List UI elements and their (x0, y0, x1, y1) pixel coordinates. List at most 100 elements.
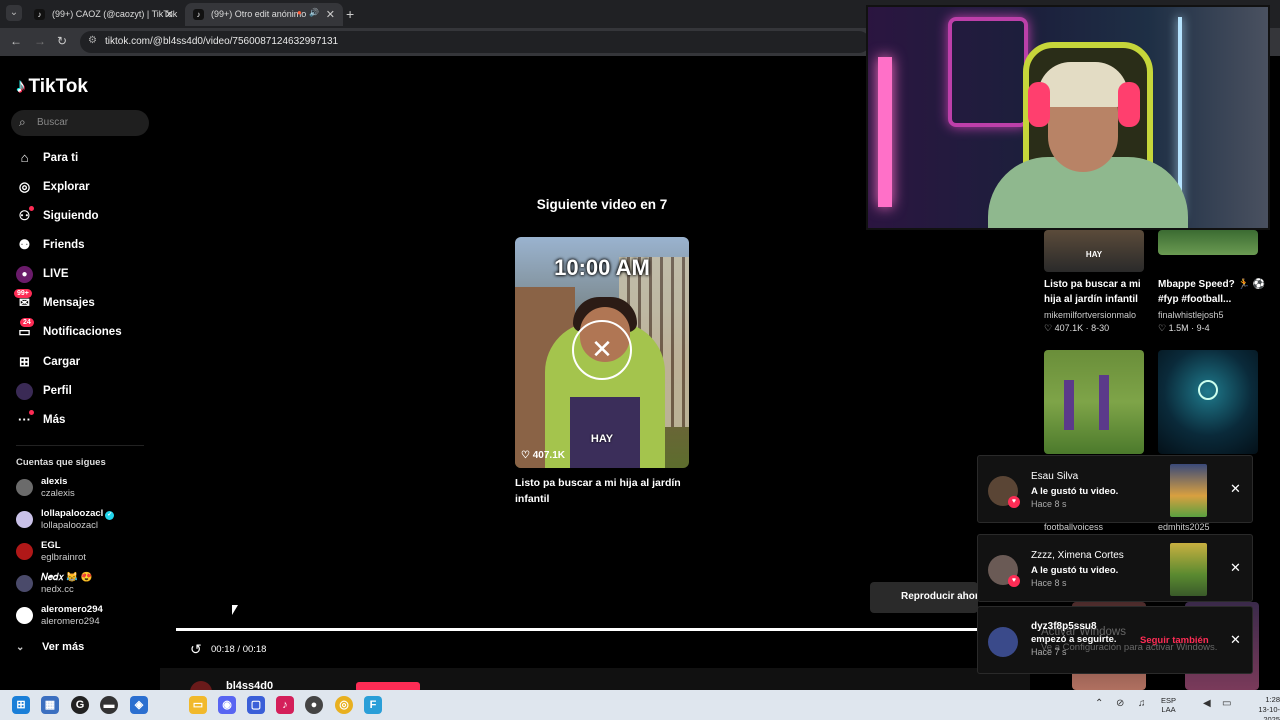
notification-action: A le gustó tu video. (1031, 486, 1119, 497)
following-section-title: Cuentas que sigues (16, 457, 106, 468)
app-icon[interactable]: F (364, 696, 382, 714)
account-name: 𝑁𝑒𝑑𝑥 😹 😍 (41, 572, 93, 583)
windows-start-icon[interactable]: ⊞ (12, 696, 30, 714)
cam-streamer-hair (1038, 62, 1128, 107)
windows-activation-subtitle: Ve a Configuración para activar Windows. (1041, 642, 1218, 653)
sidebar-item-label: Mensajes (43, 297, 95, 309)
next-video-thumbnail[interactable]: 10:00 AM HAY ✕ ♡ 407.1K (515, 237, 689, 468)
close-icon[interactable]: ✕ (1230, 632, 1241, 648)
back-icon[interactable]: ← (10, 34, 22, 48)
app-icon[interactable]: G (71, 696, 89, 714)
tiktok-logo[interactable]: ♪ TikTok (16, 76, 88, 98)
browser-tab-caoz[interactable]: ♪ (99+) CAOZ (@caozyt) | TikTok ✕ (26, 3, 182, 26)
new-dot (29, 206, 34, 211)
next-video-likes: ♡ 407.1K (521, 450, 565, 461)
recording-icon: ● (297, 8, 302, 17)
see-more-button[interactable]: ⌄ Ver más (16, 641, 84, 653)
cam-headphones (1118, 82, 1140, 127)
cancel-autoplay-button[interactable]: ✕ (572, 320, 632, 380)
avatar (988, 627, 1018, 657)
site-info-icon[interactable]: ⚙ (88, 35, 97, 46)
search-input[interactable]: ⌕ Buscar (11, 110, 149, 136)
replay-icon[interactable]: ↺ (190, 641, 202, 658)
discord-icon[interactable]: ◉ (218, 696, 236, 714)
audio-icon[interactable]: 🔊 (309, 8, 319, 17)
notification-thumbnail (1170, 464, 1207, 517)
app-icon[interactable]: ▢ (247, 696, 265, 714)
grid-video-thumbnail[interactable] (1158, 230, 1258, 255)
grid-video-title[interactable]: Listo pa buscar a mi hija al jardín infa… (1044, 277, 1154, 307)
heart-icon: ♡ (521, 450, 533, 461)
account-handle: czalexis (41, 488, 75, 499)
close-icon[interactable]: ✕ (1230, 560, 1241, 576)
follow-button[interactable] (356, 682, 420, 690)
grid-video-thumbnail[interactable] (1158, 350, 1258, 454)
notification-action: A le gustó tu video. (1031, 565, 1119, 576)
grid-video-thumbnail[interactable]: HAY (1044, 230, 1144, 272)
verified-icon: ✓ (105, 511, 115, 520)
close-icon[interactable]: ✕ (1230, 481, 1241, 497)
windows-taskbar: ⊞ ▦ G ▬ ◈ ▭ ◉ ▢ ♪ ● ◎ F ⌃ ⊘ ♫ ESP LAA ◀ … (0, 690, 1280, 720)
next-video-caption[interactable]: Listo pa buscar a mi hija al jardín infa… (515, 475, 695, 507)
following-account[interactable]: aleromero294 aleromero294 (16, 604, 156, 630)
microphone-icon[interactable]: ♫ (1138, 698, 1146, 709)
grid-video-title[interactable]: Mbappe Speed? 🏃 ⚽#fyp #football... (1158, 277, 1268, 307)
tab-search-button[interactable]: ⌄ (6, 5, 22, 21)
heart-icon: ♡ (1158, 323, 1169, 333)
address-bar[interactable]: ⚙ tiktok.com/@bl4ss4d0/video/75600871246… (80, 31, 870, 53)
reload-icon[interactable]: ↻ (57, 34, 67, 48)
grid-video-author[interactable]: mikemilfortversionmalo (1044, 310, 1136, 320)
sidebar-item-label: LIVE (43, 268, 69, 280)
following-account[interactable]: alexis czalexis (16, 476, 156, 502)
grid-video-author[interactable]: edmhits2025 (1158, 522, 1210, 532)
notification-toast[interactable]: ♥ Zzzz, Ximena Cortes A le gustó tu vide… (977, 534, 1253, 602)
grid-date: 8-30 (1091, 323, 1110, 333)
grid-date: 9-4 (1196, 323, 1210, 333)
new-tab-button[interactable]: + (346, 6, 354, 22)
see-more-label: Ver más (42, 641, 85, 653)
obs-icon[interactable]: ● (305, 696, 323, 714)
tiktok-app-icon[interactable]: ♪ (276, 696, 294, 714)
grid-video-author[interactable]: finalwhistlejosh5 (1158, 310, 1224, 320)
forward-icon[interactable]: → (34, 34, 46, 48)
taskbar-clock[interactable]: 1:28 13-10-2025 (1245, 695, 1280, 720)
account-name: alexis (41, 476, 68, 487)
sidebar-item-label: Explorar (43, 181, 90, 193)
cam-neon-light (878, 57, 892, 207)
following-account[interactable]: EGL eglbrainrot (16, 540, 156, 566)
notification-toast[interactable]: ♥ Esau Silva A le gustó tu video. Hace 8… (977, 455, 1253, 523)
app-icon[interactable]: ▬ (100, 696, 118, 714)
notification-toast[interactable]: dyz3f8p5ssu8 empezó a seguirte. Hace 7 s… (977, 606, 1253, 674)
thumb-overlay-time: 10:00 AM (554, 255, 650, 280)
grid-video-meta: ♡ 1.5M · 9-4 (1158, 323, 1210, 333)
notifications-badge: 24 (20, 318, 34, 327)
author-name[interactable]: bl4ss4d0 (226, 680, 273, 690)
thumb-overlay-text: HAY (590, 433, 614, 445)
file-explorer-icon[interactable]: ▭ (189, 696, 207, 714)
tiktok-favicon-icon: ♪ (34, 9, 45, 20)
app-icon[interactable]: ◈ (130, 696, 148, 714)
tab-title: (99+) CAOZ (@caozyt) | TikTok (52, 9, 178, 19)
author-avatar[interactable] (190, 681, 212, 690)
volume-icon[interactable]: ◀ (1203, 698, 1211, 709)
following-account[interactable]: lollapaloozacl ✓ lollapaloozacl (16, 508, 156, 534)
chrome-icon[interactable]: ◎ (335, 696, 353, 714)
language-indicator[interactable]: ESP LAA (1161, 696, 1176, 714)
following-account[interactable]: 𝑁𝑒𝑑𝑥 😹 😍 nedx.cc (16, 572, 156, 598)
account-handle: aleromero294 (41, 616, 100, 627)
likes-count: 407.1K (532, 450, 565, 461)
divider (16, 445, 144, 446)
clock-time: 1:28 (1265, 695, 1280, 704)
video-progress-bar[interactable] (176, 628, 978, 631)
network-icon[interactable]: ⊘ (1116, 698, 1124, 709)
show-hidden-icons[interactable]: ⌃ (1095, 698, 1103, 709)
play-now-button[interactable]: Reproducir ahora (870, 582, 978, 613)
grid-video-author[interactable]: footballvoicess (1044, 522, 1103, 532)
close-tab-icon[interactable]: ✕ (326, 8, 335, 21)
close-tab-icon[interactable]: ✕ (165, 8, 174, 21)
clock-date: 13-10-2025 (1258, 705, 1280, 720)
monitor-icon[interactable]: ▭ (1222, 698, 1231, 709)
browser-tab-active[interactable]: ♪ (99+) Otro edit anónimo ● 🔊 ✕ (185, 3, 343, 26)
task-view-icon[interactable]: ▦ (41, 696, 59, 714)
grid-video-thumbnail[interactable] (1044, 350, 1144, 454)
